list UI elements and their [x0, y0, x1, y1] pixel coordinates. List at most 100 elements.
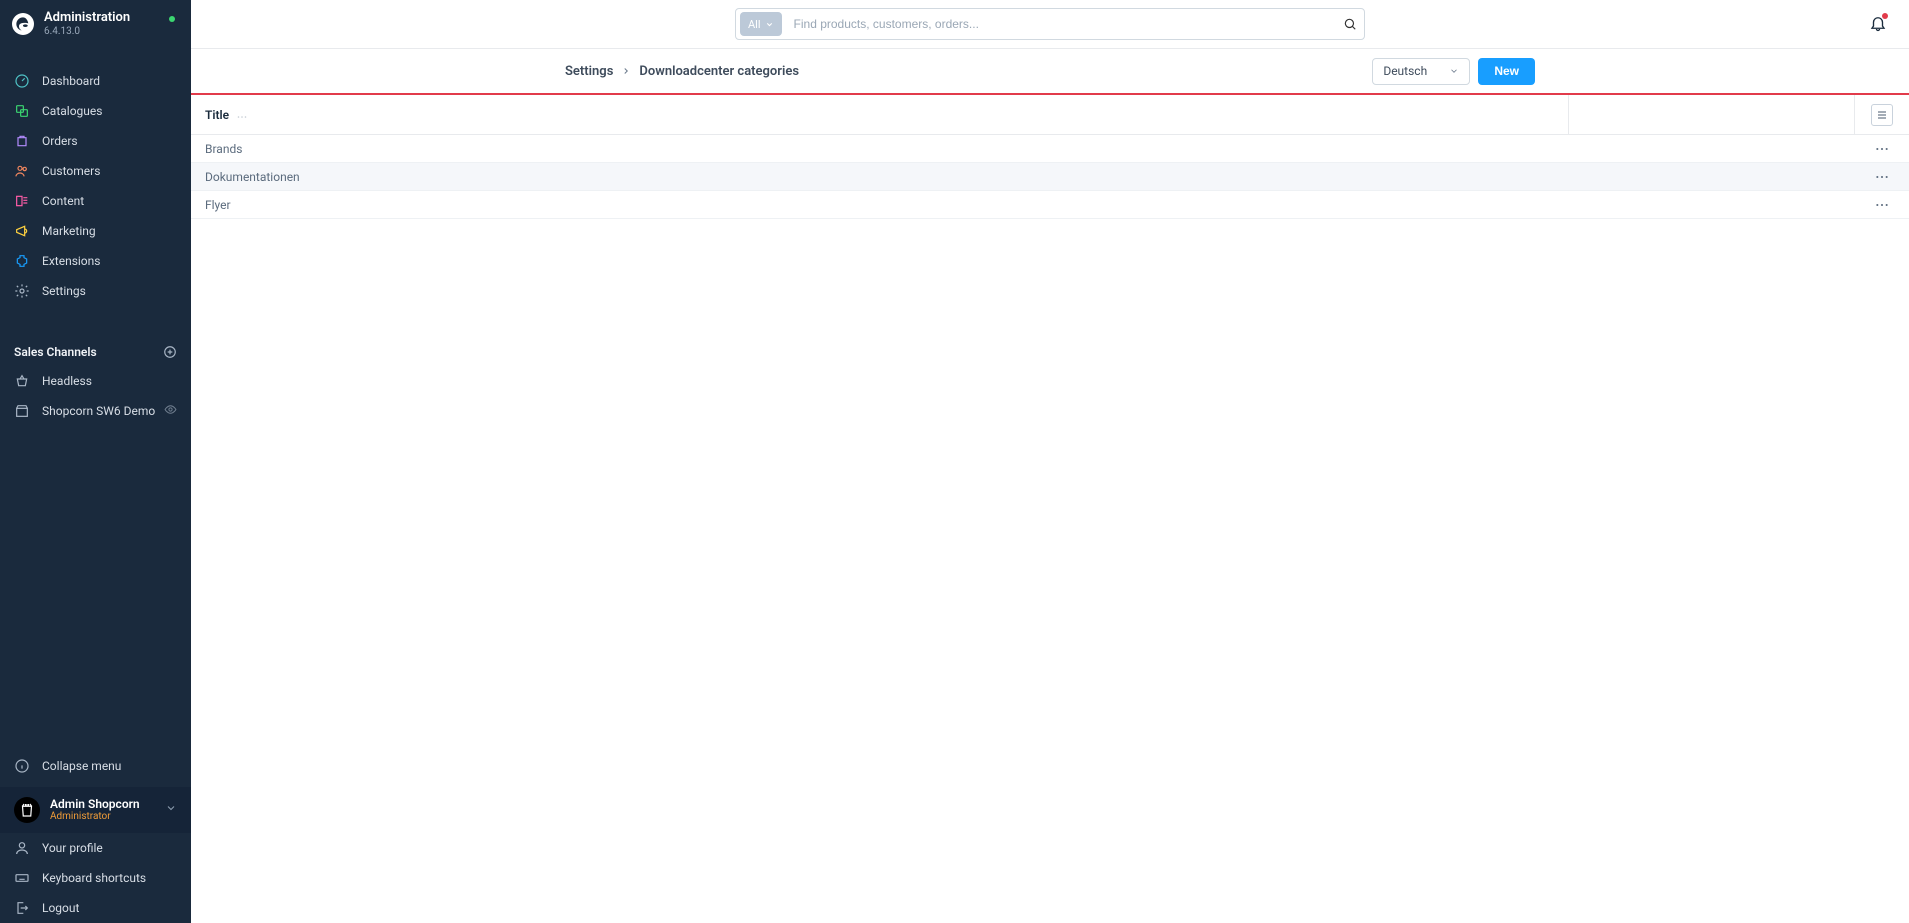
channel-label: Headless [42, 374, 92, 388]
settings-icon [14, 283, 30, 299]
profile-icon [14, 840, 30, 856]
column-title-label: Title [205, 108, 229, 122]
cell-title: Flyer [191, 198, 1569, 212]
row-actions-button[interactable] [1855, 203, 1909, 207]
footer-label: Logout [42, 901, 79, 915]
chevron-down-icon [165, 802, 177, 818]
nav-label: Catalogues [42, 104, 102, 118]
table-row[interactable]: Brands [191, 135, 1909, 163]
channels-list: Headless Shopcorn SW6 Demo [0, 366, 191, 426]
user-name: Admin Shopcorn [50, 797, 140, 811]
column-header-actions [1569, 95, 1855, 134]
cell-title: Brands [191, 142, 1569, 156]
grid-settings-button[interactable] [1871, 104, 1893, 126]
sales-channels-header: Sales Channels [0, 338, 191, 366]
breadcrumb: Settings Downloadcenter categories [565, 64, 799, 79]
app-version: 6.4.13.0 [44, 26, 130, 38]
language-select[interactable]: Deutsch [1372, 58, 1470, 85]
nav-item-catalogues[interactable]: Catalogues [0, 96, 191, 126]
nav-label: Settings [42, 284, 86, 298]
nav-label: Marketing [42, 224, 96, 238]
keyboard-icon [14, 870, 30, 886]
more-icon [1875, 203, 1889, 207]
data-grid: Title Brands [191, 95, 1909, 923]
nav-item-customers[interactable]: Customers [0, 156, 191, 186]
extensions-icon [14, 253, 30, 269]
table-row[interactable]: Flyer [191, 191, 1909, 219]
collapse-label: Collapse menu [42, 759, 121, 773]
nav-item-extensions[interactable]: Extensions [0, 246, 191, 276]
customers-icon [14, 163, 30, 179]
user-role: Administrator [50, 811, 140, 823]
channel-label: Shopcorn SW6 Demo [42, 404, 155, 418]
column-header-title[interactable]: Title [191, 95, 1569, 134]
gauge-icon [14, 73, 30, 89]
collapse-menu-button[interactable]: Collapse menu [0, 751, 191, 781]
marketing-icon [14, 223, 30, 239]
user-block[interactable]: Admin Shopcorn Administrator [0, 787, 191, 833]
app-title-block: Administration 6.4.13.0 [44, 10, 130, 38]
logo-icon [12, 13, 34, 35]
nav-item-dashboard[interactable]: Dashboard [0, 66, 191, 96]
footer-item-logout[interactable]: Logout [0, 893, 191, 923]
grid-header: Title [191, 95, 1909, 135]
user-text: Admin Shopcorn Administrator [50, 797, 140, 823]
app-title: Administration [44, 10, 130, 26]
main: All Settings Downloadcenter categories [191, 0, 1909, 923]
section-label: Sales Channels [14, 345, 97, 359]
chevron-right-icon [621, 66, 631, 76]
catalogues-icon [14, 103, 30, 119]
main-nav: Dashboard Catalogues Orders Customers [0, 46, 191, 306]
channel-item-shopcorn[interactable]: Shopcorn SW6 Demo [0, 396, 191, 426]
breadcrumb-root[interactable]: Settings [565, 64, 613, 79]
search-bar[interactable]: All [735, 8, 1365, 40]
content-icon [14, 193, 30, 209]
footer-label: Your profile [42, 841, 103, 855]
search-type-label: All [748, 18, 761, 31]
language-value: Deutsch [1383, 64, 1427, 78]
search-icon[interactable] [1336, 17, 1364, 31]
nav-label: Customers [42, 164, 100, 178]
more-icon [1875, 175, 1889, 179]
cell-title: Dokumentationen [191, 170, 1569, 184]
footer-item-profile[interactable]: Your profile [0, 833, 191, 863]
list-icon [1876, 109, 1888, 121]
status-indicator-icon [169, 16, 175, 22]
table-row[interactable]: Dokumentationen [191, 163, 1909, 191]
footer-item-keyboard[interactable]: Keyboard shortcuts [0, 863, 191, 893]
column-options-icon[interactable] [237, 108, 249, 122]
nav-item-marketing[interactable]: Marketing [0, 216, 191, 246]
nav-item-settings[interactable]: Settings [0, 276, 191, 306]
nav-item-content[interactable]: Content [0, 186, 191, 216]
new-button[interactable]: New [1478, 58, 1535, 85]
notification-badge-icon [1882, 13, 1888, 19]
footer-label: Keyboard shortcuts [42, 871, 146, 885]
page-header: Settings Downloadcenter categories Deuts… [191, 49, 1909, 95]
add-channel-icon[interactable] [163, 345, 177, 359]
info-icon [14, 758, 30, 774]
storefront-icon [14, 403, 30, 419]
sidebar-header: Administration 6.4.13.0 [0, 0, 191, 46]
row-actions-button[interactable] [1855, 147, 1909, 151]
search-input[interactable] [782, 17, 1336, 31]
topbar: All [191, 0, 1909, 49]
nav-label: Extensions [42, 254, 100, 268]
breadcrumb-current: Downloadcenter categories [639, 64, 799, 79]
nav-item-orders[interactable]: Orders [0, 126, 191, 156]
column-config [1855, 95, 1909, 134]
orders-icon [14, 133, 30, 149]
content-area: Title Brands [191, 95, 1909, 923]
logout-icon [14, 900, 30, 916]
sidebar: Administration 6.4.13.0 Dashboard Catalo… [0, 0, 191, 923]
chevron-down-icon [1449, 66, 1459, 76]
more-icon [1875, 147, 1889, 151]
search-type-selector[interactable]: All [740, 12, 782, 36]
avatar [14, 797, 40, 823]
eye-icon [164, 403, 177, 419]
nav-label: Orders [42, 134, 78, 148]
channel-item-headless[interactable]: Headless [0, 366, 191, 396]
row-actions-button[interactable] [1855, 175, 1909, 179]
nav-label: Dashboard [42, 74, 100, 88]
notifications-button[interactable] [1869, 14, 1887, 36]
sidebar-footer: Collapse menu Admin Shopcorn Administrat… [0, 751, 191, 923]
